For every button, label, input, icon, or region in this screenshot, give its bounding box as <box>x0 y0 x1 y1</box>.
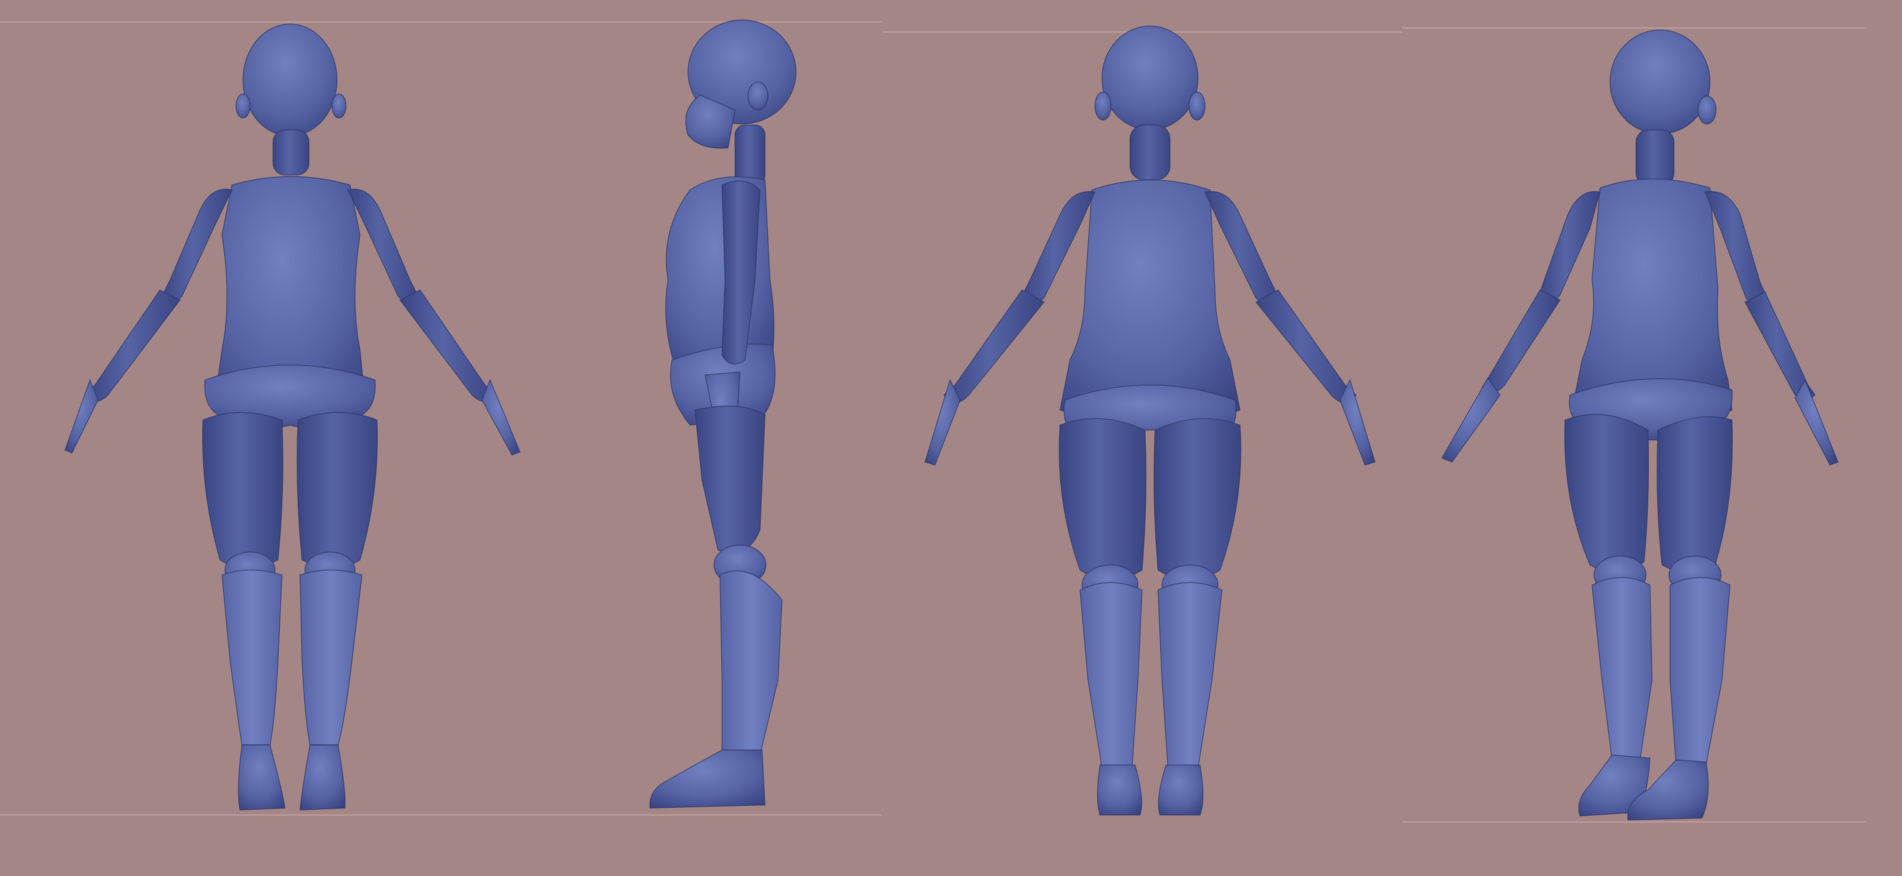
ear-right <box>331 93 347 119</box>
neck <box>272 129 310 176</box>
neck <box>1129 124 1171 181</box>
head <box>242 23 338 137</box>
head <box>1101 25 1199 131</box>
head <box>1609 29 1711 135</box>
ear <box>1697 95 1717 125</box>
ear-left <box>235 93 251 119</box>
neck <box>734 124 766 186</box>
sculpt-scene <box>0 0 1902 876</box>
ear <box>747 81 769 111</box>
sculpt-viewport[interactable] <box>0 0 1902 876</box>
heel-right <box>1157 764 1204 816</box>
neck <box>1635 129 1675 186</box>
heel-left <box>1096 764 1143 816</box>
ear-right <box>1188 91 1206 121</box>
ear-left <box>1094 91 1112 121</box>
